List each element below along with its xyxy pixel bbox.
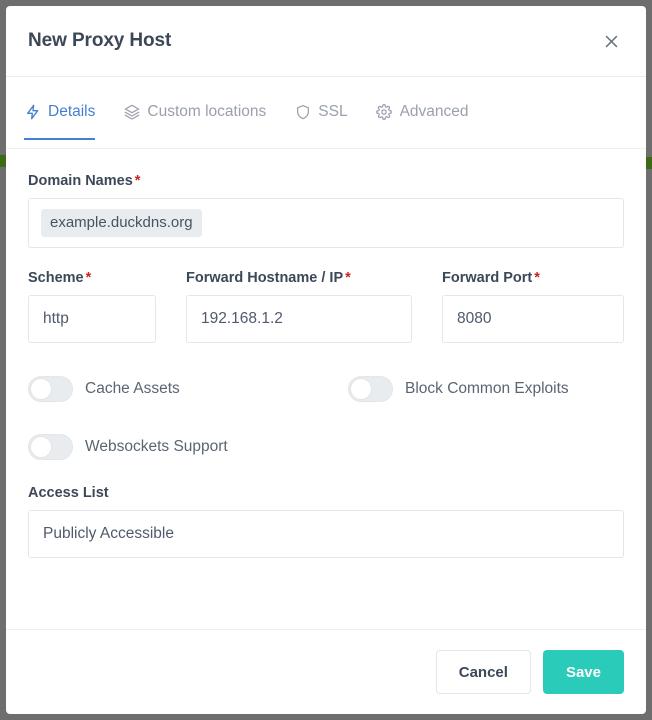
forward-settings-row: Scheme * http Forward Hostname / IP * 192.… xyxy=(28,270,624,343)
required-marker: * xyxy=(85,270,92,286)
required-marker: * xyxy=(345,270,351,286)
page-title: New Proxy Host xyxy=(28,30,172,51)
toggle-block-common-exploits[interactable]: Block Common Exploits xyxy=(348,376,569,402)
required-marker: * xyxy=(134,173,141,189)
required-marker: * xyxy=(534,270,540,286)
domain-names-field-group: Domain Names * example.duckdns.org xyxy=(28,173,624,248)
forward-hostname-label: Forward Hostname / IP * xyxy=(186,270,412,286)
forward-hostname-field-group: Forward Hostname / IP * 192.168.1.2 xyxy=(186,270,412,343)
cache-assets-switch[interactable] xyxy=(28,376,73,402)
modal-body: Domain Names * example.duckdns.org Scheme… xyxy=(6,149,646,629)
modal-footer: Cancel Save xyxy=(6,629,646,714)
scheme-label: Scheme * xyxy=(28,270,156,286)
forward-port-label-text: Forward Port xyxy=(442,270,533,286)
toggle-row-1: Cache Assets Block Common Exploits xyxy=(28,369,624,409)
domain-names-label-text: Domain Names xyxy=(28,173,133,189)
tab-details[interactable]: Details xyxy=(24,103,96,140)
tab-custom-locations[interactable]: Custom locations xyxy=(123,103,266,140)
scheme-label-text: Scheme xyxy=(28,270,84,286)
tab-ssl[interactable]: SSL xyxy=(294,103,348,140)
block-common-exploits-switch[interactable] xyxy=(348,376,393,402)
tab-advanced[interactable]: Advanced xyxy=(376,103,469,140)
domain-name-tag[interactable]: example.duckdns.org xyxy=(41,209,202,237)
tab-bar: Details Custom locations SSL Advanced xyxy=(6,77,646,149)
scheme-input[interactable]: http xyxy=(28,295,156,343)
switch-knob xyxy=(30,436,52,458)
cancel-button[interactable]: Cancel xyxy=(435,650,531,694)
forward-hostname-input[interactable]: 192.168.1.2 xyxy=(186,295,412,343)
access-list-select[interactable]: Publicly Accessible xyxy=(28,510,624,558)
tab-details-label: Details xyxy=(48,103,96,120)
switch-knob xyxy=(30,378,52,400)
toggle-cache-assets[interactable]: Cache Assets xyxy=(28,376,348,402)
access-list-value: Publicly Accessible xyxy=(43,525,174,542)
forward-hostname-label-text: Forward Hostname / IP xyxy=(186,270,344,286)
access-list-field-group: Access List Publicly Accessible xyxy=(28,485,624,558)
forward-port-field-group: Forward Port * 8080 xyxy=(442,270,624,343)
close-icon xyxy=(603,33,620,50)
toggle-websockets-support[interactable]: Websockets Support xyxy=(28,434,348,460)
toggle-group: Cache Assets Block Common Exploits Webso… xyxy=(28,369,624,467)
save-button[interactable]: Save xyxy=(542,650,624,694)
close-button[interactable] xyxy=(596,26,626,56)
scheme-field-group: Scheme * http xyxy=(28,270,156,343)
tab-ssl-label: SSL xyxy=(318,103,348,120)
forward-port-value: 8080 xyxy=(457,310,492,327)
forward-port-label: Forward Port * xyxy=(442,270,624,286)
websockets-support-label: Websockets Support xyxy=(85,438,228,455)
toggle-row-2: Websockets Support xyxy=(28,427,624,467)
layers-icon xyxy=(123,104,140,121)
gear-icon xyxy=(376,104,393,121)
access-list-label: Access List xyxy=(28,485,109,501)
domain-names-input[interactable]: example.duckdns.org xyxy=(28,198,624,248)
forward-hostname-value: 192.168.1.2 xyxy=(201,310,283,327)
websockets-support-switch[interactable] xyxy=(28,434,73,460)
scheme-value: http xyxy=(43,310,69,327)
cache-assets-label: Cache Assets xyxy=(85,380,180,397)
shield-icon xyxy=(294,104,311,121)
left-edge-artifact xyxy=(0,155,6,167)
new-proxy-host-modal: New Proxy Host Details Custom locations … xyxy=(6,6,646,714)
modal-header: New Proxy Host xyxy=(6,6,646,77)
forward-port-input[interactable]: 8080 xyxy=(442,295,624,343)
domain-names-label: Domain Names * xyxy=(28,173,624,189)
tab-advanced-label: Advanced xyxy=(399,103,469,120)
switch-knob xyxy=(350,378,372,400)
tab-custom-locations-label: Custom locations xyxy=(147,103,267,120)
right-edge-artifact xyxy=(646,157,652,169)
zap-icon xyxy=(24,104,41,121)
block-common-exploits-label: Block Common Exploits xyxy=(405,380,569,397)
